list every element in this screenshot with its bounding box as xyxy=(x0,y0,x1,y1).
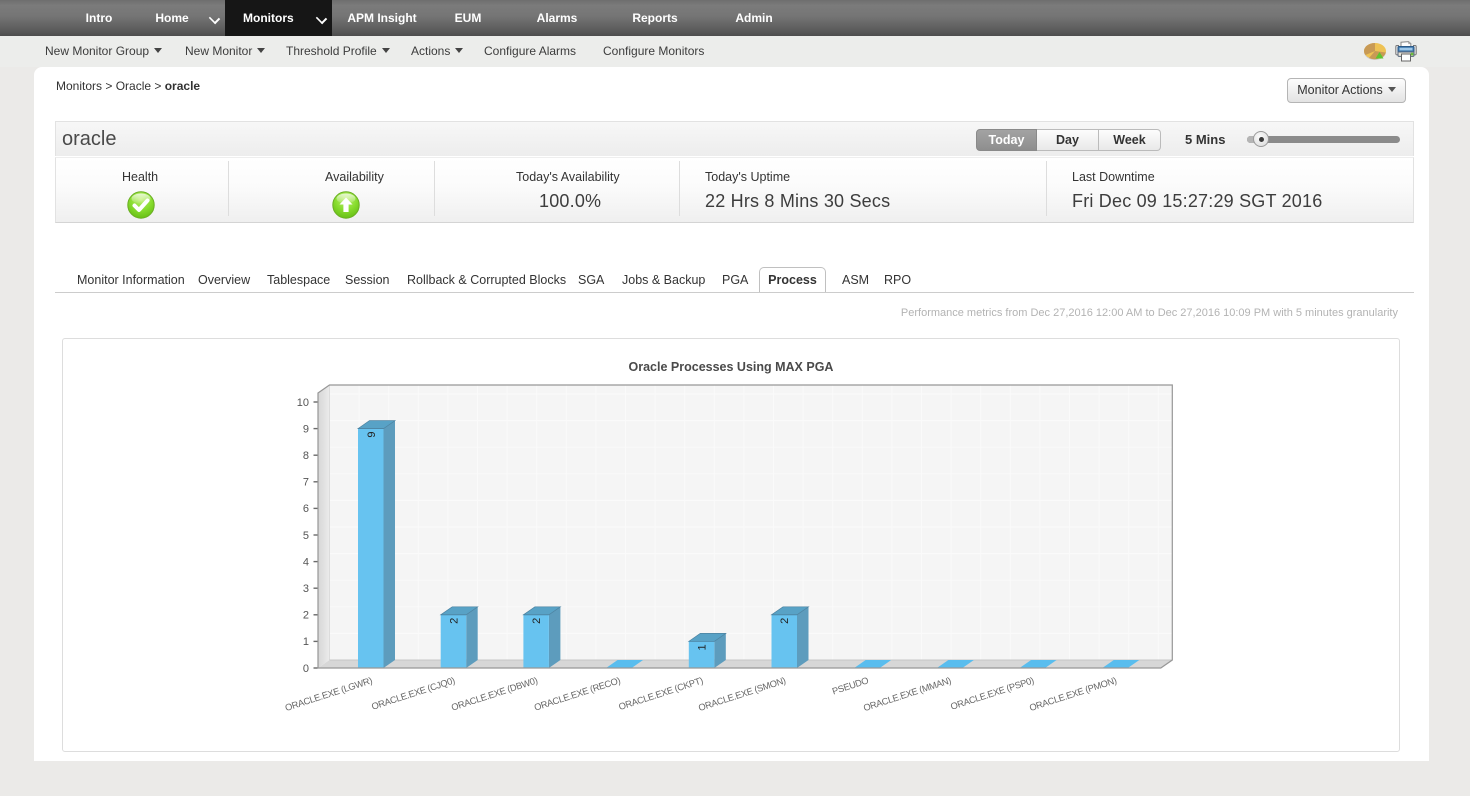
svg-text:2: 2 xyxy=(303,610,309,622)
svg-text:0: 0 xyxy=(303,663,309,675)
svg-text:2: 2 xyxy=(448,618,460,624)
svg-text:9: 9 xyxy=(366,432,378,438)
svg-text:ORACLE.EXE (CJQ0): ORACLE.EXE (CJQ0) xyxy=(370,675,456,711)
svg-text:ORACLE.EXE (RECO): ORACLE.EXE (RECO) xyxy=(533,675,622,712)
svg-text:PSEUDO: PSEUDO xyxy=(831,675,870,696)
svg-text:1: 1 xyxy=(303,636,309,648)
svg-text:10: 10 xyxy=(297,397,309,409)
svg-text:ORACLE.EXE (LGWR): ORACLE.EXE (LGWR) xyxy=(284,675,374,713)
svg-text:ORACLE.EXE (CKPT): ORACLE.EXE (CKPT) xyxy=(617,675,704,712)
svg-text:4: 4 xyxy=(303,556,309,568)
svg-text:1: 1 xyxy=(697,644,709,650)
svg-text:9: 9 xyxy=(303,423,309,435)
svg-text:ORACLE.EXE (PMON): ORACLE.EXE (PMON) xyxy=(1028,675,1118,713)
svg-text:ORACLE.EXE (PSP0): ORACLE.EXE (PSP0) xyxy=(949,675,1035,711)
svg-text:7: 7 xyxy=(303,477,309,489)
svg-text:ORACLE.EXE (MMAN): ORACLE.EXE (MMAN) xyxy=(862,675,952,713)
svg-text:ORACLE.EXE (DBW0): ORACLE.EXE (DBW0) xyxy=(450,675,539,712)
svg-text:5: 5 xyxy=(303,530,309,542)
svg-text:3: 3 xyxy=(303,583,309,595)
svg-text:2: 2 xyxy=(779,618,791,624)
svg-text:ORACLE.EXE (SMON): ORACLE.EXE (SMON) xyxy=(697,675,787,713)
svg-text:6: 6 xyxy=(303,503,309,515)
svg-text:2: 2 xyxy=(531,618,543,624)
svg-text:8: 8 xyxy=(303,450,309,462)
